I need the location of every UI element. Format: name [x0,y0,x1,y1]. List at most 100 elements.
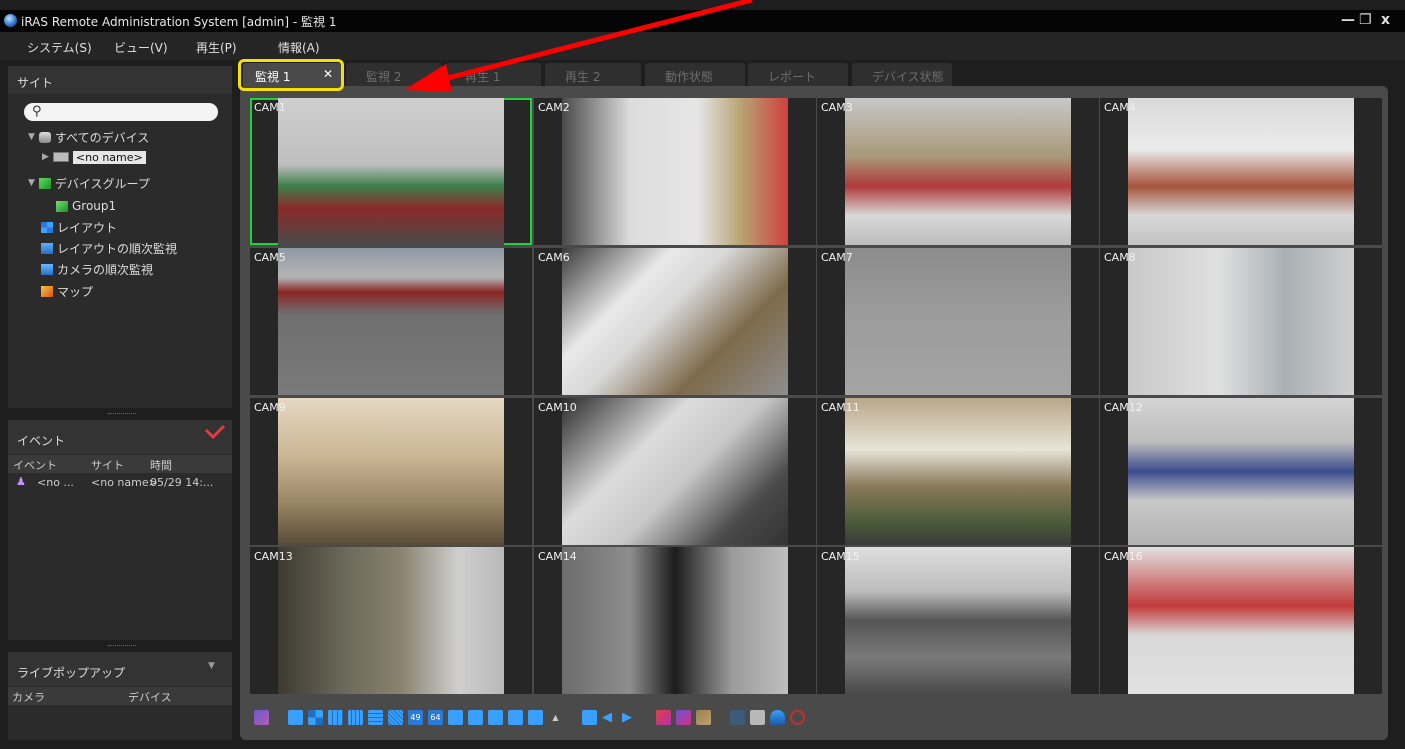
tree-item-map[interactable]: マップ [41,282,93,300]
more-layouts-arrow-icon[interactable]: ▲ [548,710,563,725]
collapse-arrow-icon[interactable]: ▼ [208,661,215,671]
camera-tile[interactable]: CAM7 [817,248,1099,395]
group-icon [56,200,68,212]
tree-item-layout-sequence[interactable]: レイアウトの順次監視 [41,239,177,257]
layout-5x5-icon[interactable] [368,709,383,725]
tree-item-device[interactable]: ▶ <no name> [42,148,146,166]
collapse-arrow-icon[interactable]: ▼ [28,178,35,188]
layout-1x1-icon[interactable] [288,709,303,725]
camera-feed [1128,98,1354,245]
layout-custom-1-icon[interactable] [448,709,463,725]
camera-label: CAM9 [254,401,286,414]
camera-tile[interactable]: CAM13 [250,547,532,694]
table-row[interactable]: ♟ <no ... <no name> 05/29 14:... [8,474,232,492]
column-header-camera[interactable]: カメラ [12,689,45,705]
camera-tile[interactable]: CAM11 [817,398,1099,545]
layout-49-button[interactable]: 49 [408,709,423,725]
camera-feed [562,248,788,395]
layout-save-icon[interactable] [696,709,711,725]
camera-tile[interactable]: CAM8 [1100,248,1382,395]
devices-icon [38,131,51,143]
tab-monitor-2[interactable]: 監視 2 [346,63,442,87]
fullscreen-icon[interactable] [582,709,597,725]
next-page-icon[interactable]: ▶ [622,710,637,725]
column-header-device[interactable]: デバイス [128,689,172,705]
camera-tile[interactable]: CAM9 [250,398,532,545]
camera-label: CAM8 [1104,251,1136,264]
audio-icon[interactable] [770,709,785,725]
camera-tile[interactable]: CAM12 [1100,398,1382,545]
camera-tile[interactable]: CAM5 [250,248,532,395]
camera-feed [562,547,788,694]
collapse-arrow-icon[interactable]: ▼ [28,132,35,142]
panel-splitter[interactable] [108,413,136,417]
layout-2x2-icon[interactable] [308,709,323,725]
screen-split-icon[interactable] [254,709,269,725]
column-header-time[interactable]: 時間 [150,457,172,473]
camera-label: CAM13 [254,550,293,563]
column-header-site[interactable]: サイト [91,457,124,473]
record-icon[interactable] [790,709,805,725]
layout-4x4-icon[interactable] [348,709,363,725]
layout-3x3-icon[interactable] [328,709,343,725]
camera-feed [278,398,504,545]
camera-label: CAM2 [538,101,570,114]
tab-playback-1[interactable]: 再生 1 [445,63,541,87]
device-group-icon [38,177,51,189]
expand-arrow-icon[interactable]: ▶ [42,152,49,162]
previous-page-icon[interactable]: ◀ [602,710,617,725]
panel-splitter[interactable] [108,645,136,649]
tab-device-status[interactable]: デバイス状態 [852,63,952,87]
event-panel: イベント [8,420,232,640]
camera-label: CAM7 [821,251,853,264]
checkmark-icon[interactable] [204,424,226,440]
layout-custom-5-icon[interactable] [528,709,543,725]
layout-64-button[interactable]: 64 [428,709,443,725]
tree-item-layout[interactable]: レイアウト [41,218,117,236]
screen-info-icon[interactable] [750,709,765,725]
close-button[interactable]: x [1381,12,1390,28]
tab-playback-2[interactable]: 再生 2 [545,63,641,87]
tab-label: 動作状態 [665,70,714,84]
layout-custom-2-icon[interactable] [468,709,483,725]
camera-tile[interactable]: CAM1 [250,98,532,245]
menu-playback[interactable]: 再生(P) [196,39,237,56]
camera-tile[interactable]: CAM15 [817,547,1099,694]
camera-tile[interactable]: CAM2 [534,98,816,245]
group-sequence-icon[interactable] [676,709,691,725]
layout-icon [41,221,53,233]
camera-tile[interactable]: CAM3 [817,98,1099,245]
tab-label: 監視 1 [255,70,291,84]
tree-item-all-devices[interactable]: ▼ すべてのデバイス [28,128,149,146]
column-header-event[interactable]: イベント [13,457,57,473]
menu-system[interactable]: システム(S) [27,39,92,56]
layout-sequence-icon [41,242,53,254]
menu-view[interactable]: ビュー(V) [114,39,168,56]
layout-custom-4-icon[interactable] [508,709,523,725]
camera-tile[interactable]: CAM14 [534,547,816,694]
tab-monitor-1[interactable]: 監視 1 ✕ [243,63,343,87]
camera-feed [845,398,1071,545]
tree-item-device-group[interactable]: ▼ デバイスグループ [28,174,150,192]
window-title: iRAS Remote Administration System [admin… [21,15,337,29]
layout-custom-3-icon[interactable] [488,709,503,725]
site-cell: <no name> [91,476,158,489]
sequence-icon[interactable] [656,709,671,725]
close-icon[interactable]: ✕ [323,67,333,81]
layout-6x6-icon[interactable] [388,709,403,725]
camera-tile[interactable]: CAM10 [534,398,816,545]
site-search-input[interactable]: ⚲ [24,103,218,121]
tree-item-camera-sequence[interactable]: カメラの順次監視 [41,260,153,278]
tab-operation-status[interactable]: 動作状態 [645,63,745,87]
camera-tile[interactable]: CAM6 [534,248,816,395]
tab-report[interactable]: レポート [748,63,848,87]
panel-toggle-icon[interactable] [730,709,745,725]
camera-tile[interactable]: CAM16 [1100,547,1382,694]
camera-sequence-icon [41,263,53,275]
restore-button[interactable]: ❐ [1359,12,1372,28]
camera-tile[interactable]: CAM4 [1100,98,1382,245]
menu-info[interactable]: 情報(A) [278,39,320,56]
minimize-button[interactable]: — [1341,12,1355,28]
camera-label: CAM15 [821,550,860,563]
tree-item-group1[interactable]: Group1 [56,197,116,215]
